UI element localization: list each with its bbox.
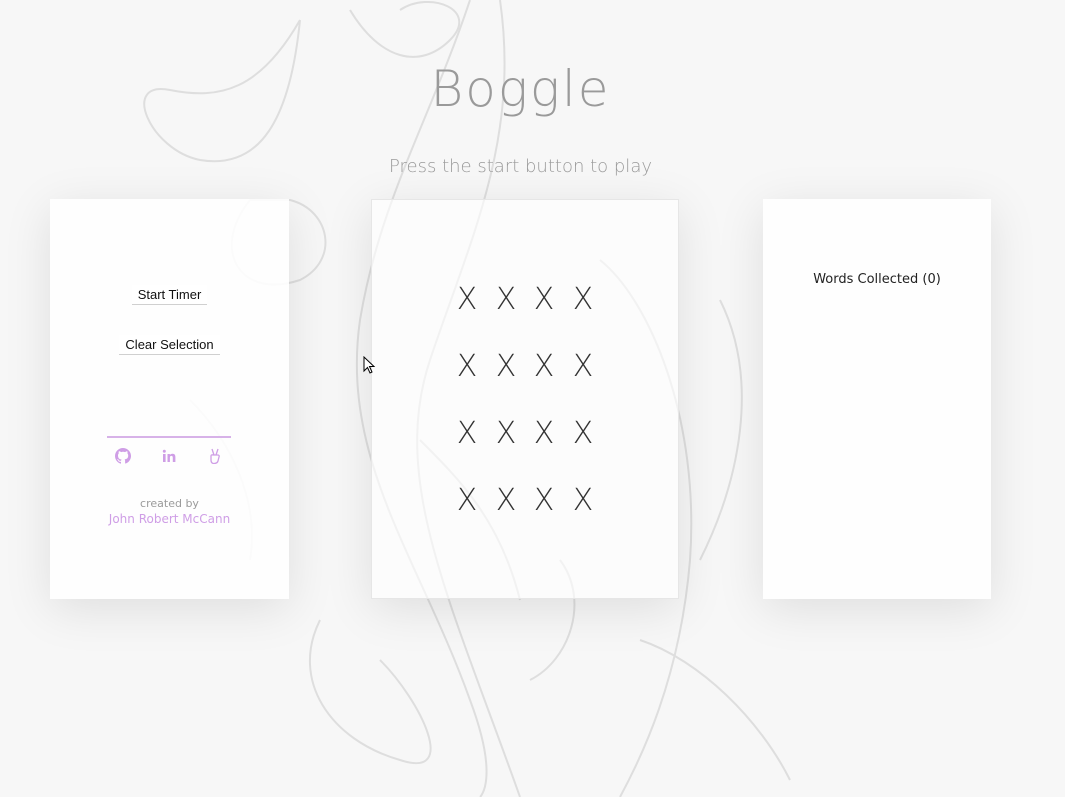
board-cell[interactable]: X bbox=[448, 280, 486, 320]
angellist-icon[interactable] bbox=[205, 446, 225, 466]
board-cell[interactable]: X bbox=[487, 481, 525, 521]
board-cell[interactable]: X bbox=[448, 347, 486, 387]
linkedin-icon[interactable] bbox=[159, 446, 179, 466]
page-title: Boggle bbox=[430, 60, 611, 118]
boggle-board: X X X X X X X X X X X X X X X X bbox=[371, 199, 679, 599]
board-cell[interactable]: X bbox=[525, 481, 563, 521]
start-timer-button[interactable]: Start Timer bbox=[50, 285, 289, 305]
start-timer-label: Start Timer bbox=[131, 285, 208, 305]
github-icon[interactable] bbox=[113, 446, 133, 466]
board-cell[interactable]: X bbox=[525, 414, 563, 454]
board-cell[interactable]: X bbox=[525, 280, 563, 320]
board-cell[interactable]: X bbox=[487, 414, 525, 454]
board-cell[interactable]: X bbox=[448, 414, 486, 454]
clear-selection-label: Clear Selection bbox=[119, 335, 220, 355]
board-cell[interactable]: X bbox=[564, 280, 602, 320]
board-cell[interactable]: X bbox=[487, 280, 525, 320]
social-links bbox=[107, 446, 231, 466]
instruction-text: Press the start button to play bbox=[389, 156, 652, 177]
credit-prefix: created by bbox=[140, 497, 199, 510]
divider bbox=[107, 436, 231, 438]
clear-selection-button[interactable]: Clear Selection bbox=[50, 335, 289, 355]
board-cell[interactable]: X bbox=[525, 347, 563, 387]
controls-panel: Start Timer Clear Selection created by J… bbox=[50, 199, 289, 599]
board-cell[interactable]: X bbox=[487, 347, 525, 387]
mouse-cursor-icon bbox=[363, 356, 376, 374]
words-collected-header: Words Collected (0) bbox=[813, 272, 941, 287]
board-cell[interactable]: X bbox=[564, 414, 602, 454]
board-cell[interactable]: X bbox=[564, 481, 602, 521]
board-cell[interactable]: X bbox=[564, 347, 602, 387]
board-cell[interactable]: X bbox=[448, 481, 486, 521]
author-link[interactable]: John Robert McCann bbox=[50, 512, 289, 526]
words-panel: Words Collected (0) bbox=[763, 199, 991, 599]
